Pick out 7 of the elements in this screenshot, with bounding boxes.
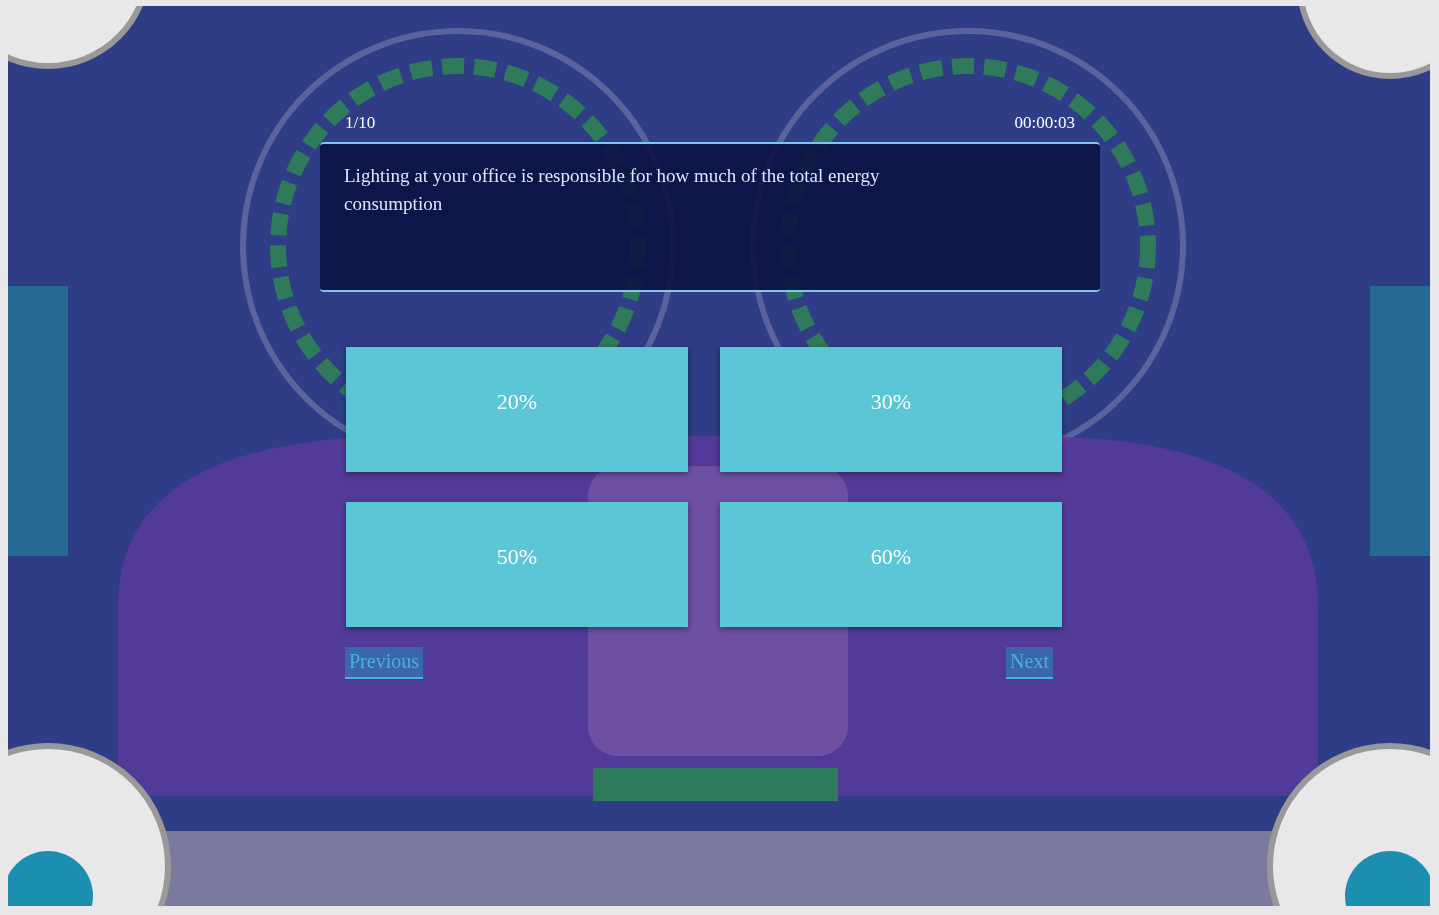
timer: 00:00:03 — [1014, 112, 1075, 134]
answer-button[interactable]: 50% — [346, 501, 688, 627]
answer-button[interactable]: 30% — [720, 346, 1062, 472]
answer-button[interactable]: 20% — [346, 346, 688, 472]
question-text: Lighting at your office is responsible for how much of the total energy consumption — [344, 163, 881, 216]
answer-button[interactable]: 60% — [720, 501, 1062, 627]
question-counter: 1/10 — [345, 112, 376, 134]
